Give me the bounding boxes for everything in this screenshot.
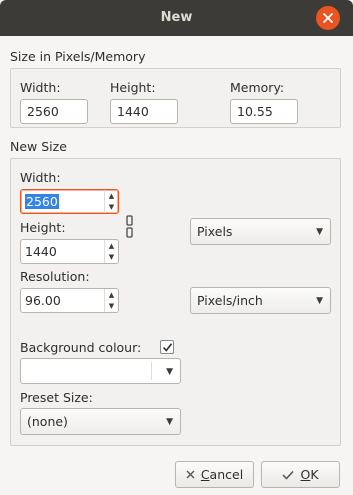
- checkmark-icon: [162, 342, 172, 352]
- cancel-button[interactable]: Cancel: [175, 461, 254, 488]
- new-width-increment[interactable]: ▲: [105, 190, 118, 202]
- resolution-value: 96.00: [25, 293, 61, 308]
- current-height-field[interactable]: 1440: [110, 99, 178, 124]
- new-height-value: 1440: [25, 244, 57, 259]
- new-height-increment[interactable]: ▲: [105, 240, 118, 252]
- cancel-label: Cancel: [201, 467, 243, 482]
- resolution-spinbox[interactable]: 96.00 ▲ ▼: [20, 288, 119, 313]
- current-width-label: Width:: [20, 80, 61, 95]
- new-size-section-title: New Size: [10, 139, 67, 154]
- resolution-increment[interactable]: ▲: [105, 289, 118, 301]
- ok-label-rest: K: [310, 467, 319, 482]
- new-height-spinbox[interactable]: 1440 ▲ ▼: [20, 239, 119, 264]
- ok-button[interactable]: OK: [261, 461, 340, 488]
- current-width-value: 2560: [27, 104, 59, 119]
- size-unit-value: Pixels: [197, 224, 233, 239]
- close-button[interactable]: [316, 6, 340, 30]
- cancel-mnemonic: C: [200, 467, 210, 482]
- background-colour-picker[interactable]: ▼: [20, 358, 181, 384]
- new-height-decrement[interactable]: ▼: [105, 252, 118, 264]
- chevron-down-icon: ▼: [316, 296, 323, 306]
- current-width-field[interactable]: 2560: [20, 99, 88, 124]
- chevron-down-icon: ▼: [166, 417, 173, 427]
- title-bar: New: [0, 0, 353, 36]
- current-size-section-title: Size in Pixels/Memory: [10, 49, 146, 64]
- memory-field[interactable]: 10.55: [230, 99, 298, 124]
- preset-size-value: (none): [27, 414, 68, 429]
- chevron-down-icon: ▼: [316, 227, 323, 237]
- preset-size-label: Preset Size:: [20, 390, 93, 405]
- close-icon: [186, 470, 195, 479]
- background-colour-label: Background colour:: [20, 340, 142, 355]
- new-width-label: Width:: [20, 170, 61, 185]
- window-title: New: [160, 10, 193, 25]
- resolution-decrement[interactable]: ▼: [105, 301, 118, 313]
- new-height-label: Height:: [20, 220, 66, 235]
- current-height-value: 1440: [117, 104, 149, 119]
- size-unit-combo[interactable]: Pixels ▼: [190, 218, 331, 245]
- new-width-value: 2560: [25, 194, 59, 209]
- new-width-decrement[interactable]: ▼: [105, 202, 118, 214]
- background-colour-checkbox[interactable]: [160, 340, 174, 354]
- current-height-label: Height:: [110, 80, 156, 95]
- close-icon: [323, 13, 333, 23]
- checkmark-icon: [282, 470, 295, 480]
- resolution-label: Resolution:: [20, 269, 90, 284]
- new-width-spinbox[interactable]: 2560 ▲ ▼: [20, 189, 119, 214]
- ok-mnemonic: O: [300, 467, 311, 482]
- ok-label: OK: [300, 467, 318, 482]
- resolution-unit-combo[interactable]: Pixels/inch ▼: [190, 287, 331, 314]
- resolution-unit-value: Pixels/inch: [197, 293, 263, 308]
- picker-separator: [151, 362, 152, 380]
- cancel-label-rest: ancel: [209, 467, 244, 482]
- preset-size-combo[interactable]: (none) ▼: [20, 408, 181, 435]
- memory-label: Memory:: [230, 80, 285, 95]
- memory-value: 10.55: [237, 104, 273, 119]
- chain-link-icon[interactable]: [125, 214, 135, 240]
- chevron-down-icon: ▼: [166, 367, 173, 377]
